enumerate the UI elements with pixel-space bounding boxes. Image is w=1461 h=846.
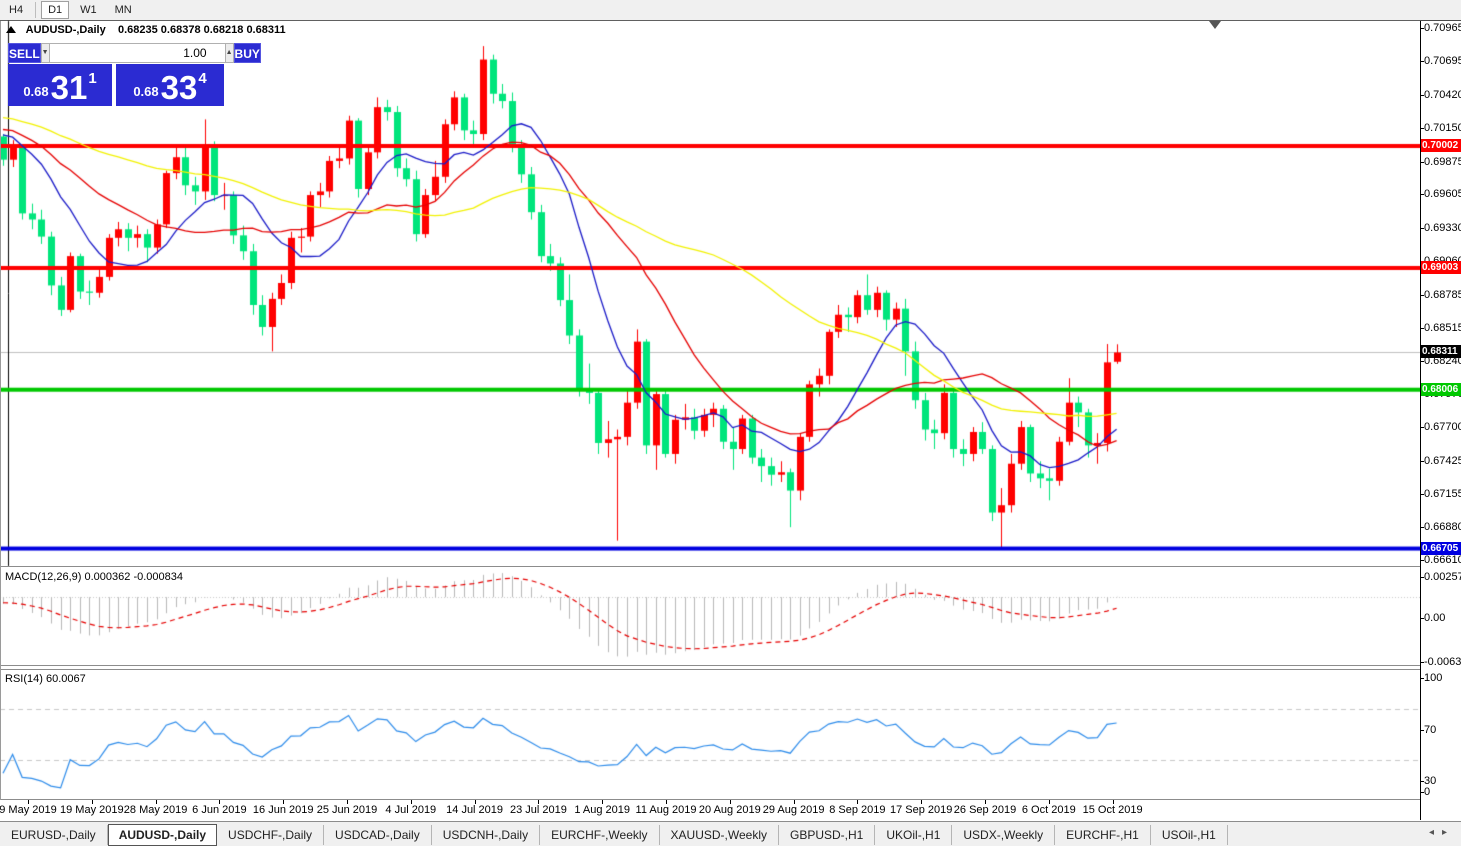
tab-xauusd-weekly[interactable]: XAUUSD-,Weekly xyxy=(660,825,779,845)
volume-decrease-button[interactable]: ▼ xyxy=(41,43,50,63)
rsi-indicator-label: RSI(14) 60.0067 xyxy=(5,673,86,685)
date-tick-label: 15 Oct 2019 xyxy=(1083,804,1143,816)
date-tick-label: 28 May 2019 xyxy=(124,804,188,816)
tab-usdchf-daily[interactable]: USDCHF-,Daily xyxy=(217,825,324,845)
price-tick-label: 0.66880 xyxy=(1424,521,1461,533)
buy-button[interactable]: BUY xyxy=(234,43,261,63)
price-tick-label: 0.70150 xyxy=(1424,122,1461,134)
buy-price-prefix: 0.68 xyxy=(133,84,158,99)
price-tick-label: 0.66610 xyxy=(1424,554,1461,566)
sell-button[interactable]: SELL xyxy=(8,43,41,63)
price-tick-label: 0.70420 xyxy=(1424,89,1461,101)
date-tick-label: 29 Aug 2019 xyxy=(763,804,825,816)
date-tick-label: 14 Jul 2019 xyxy=(446,804,503,816)
tab-eurchf-weekly[interactable]: EURCHF-,Weekly xyxy=(540,825,659,845)
price-tick-label: 0.69605 xyxy=(1424,188,1461,200)
date-tick-label: 19 May 2019 xyxy=(60,804,124,816)
sell-price-pipette: 1 xyxy=(88,70,96,87)
tab-scroll-arrows: ◂▸ xyxy=(1429,827,1455,838)
tab-usdcad-daily[interactable]: USDCAD-,Daily xyxy=(324,825,432,845)
chart-shift-marker-icon[interactable] xyxy=(1209,21,1221,29)
price-tick-label: 0.68785 xyxy=(1424,289,1461,301)
last-price-price-tag: 0.68311 xyxy=(1421,345,1461,358)
tab-audusd-daily[interactable]: AUDUSD-,Daily xyxy=(108,824,217,846)
sell-price-prefix: 0.68 xyxy=(23,84,48,99)
date-axis[interactable]: 9 May 201919 May 201928 May 2019 6 Jun 20… xyxy=(0,800,1420,820)
rsi-pane-splitter[interactable] xyxy=(0,669,1461,670)
price-tick-label: 0.67700 xyxy=(1424,421,1461,433)
macd-axis-zero: 0.00 xyxy=(1424,612,1445,624)
symbol-tab-bar: EURUSD-,DailyAUDUSD-,DailyUSDCHF-,DailyU… xyxy=(0,821,1461,846)
date-tick-label: 4 Jul 2019 xyxy=(385,804,436,816)
date-tick-label: 1 Aug 2019 xyxy=(574,804,630,816)
rsi-axis-label: 70 xyxy=(1424,724,1436,736)
tab-scroll-left-icon[interactable]: ◂ xyxy=(1429,827,1442,838)
price-tick-label: 0.70965 xyxy=(1424,22,1461,34)
buy-price-pipette: 4 xyxy=(198,70,206,87)
macd-value: 0.000362 xyxy=(84,571,130,583)
price-tick-label: 0.67155 xyxy=(1424,488,1461,500)
price-tick-label: 0.70695 xyxy=(1424,55,1461,67)
date-tick-label: 6 Oct 2019 xyxy=(1022,804,1076,816)
chart-left-border xyxy=(0,21,1,820)
price-tick-label: 0.68515 xyxy=(1424,322,1461,334)
date-tick-label: 8 Sep 2019 xyxy=(829,804,885,816)
collapse-triangle-icon[interactable] xyxy=(6,26,16,33)
price-tick-label: 0.69330 xyxy=(1424,222,1461,234)
resistance-line-price-tag: 0.69003 xyxy=(1421,261,1461,274)
date-tick-label: 23 Jul 2019 xyxy=(510,804,567,816)
macd-axis-min: -0.006326 xyxy=(1424,656,1461,668)
date-tick-label: 26 Sep 2019 xyxy=(954,804,1016,816)
support-line-price-tag: 0.68006 xyxy=(1421,383,1461,396)
date-tick-label: 16 Jun 2019 xyxy=(253,804,314,816)
price-axis[interactable]: 0.70965 0.70695 0.70420 0.70150 0.69875 0.696… xyxy=(1421,21,1461,820)
tab-scroll-right-icon[interactable]: ▸ xyxy=(1442,827,1455,838)
symbol-period-label: AUDUSD-,Daily xyxy=(26,24,106,36)
chart-plot-area[interactable] xyxy=(0,0,1420,820)
sell-price-display[interactable]: 0.68 31 1 xyxy=(8,64,112,106)
tab-usdx-weekly[interactable]: USDX-,Weekly xyxy=(952,825,1055,845)
tab-eurchf-h1[interactable]: EURCHF-,H1 xyxy=(1055,825,1151,845)
macd-pane-splitter[interactable] xyxy=(0,566,1461,567)
ohlc-values: 0.68235 0.68378 0.68218 0.68311 xyxy=(118,24,286,36)
rsi-axis-label: 100 xyxy=(1424,672,1442,684)
tab-gbpusd-h1[interactable]: GBPUSD-,H1 xyxy=(779,825,875,845)
rsi-axis-label: 0 xyxy=(1424,786,1430,798)
macd-indicator-label: MACD(12,26,9) 0.000362 -0.000834 xyxy=(5,571,183,583)
tab-usoil-h1[interactable]: USOil-,H1 xyxy=(1151,825,1228,845)
support-line-price-tag: 0.66705 xyxy=(1421,542,1461,555)
date-tick-label: 11 Aug 2019 xyxy=(636,804,697,816)
chart-title: AUDUSD-,Daily 0.68235 0.68378 0.68218 0.… xyxy=(6,24,286,36)
tab-ukoil-h1[interactable]: UKOil-,H1 xyxy=(875,825,952,845)
buy-price-display[interactable]: 0.68 33 4 xyxy=(116,64,224,106)
date-tick-label: 17 Sep 2019 xyxy=(890,804,952,816)
date-tick-label: 20 Aug 2019 xyxy=(699,804,761,816)
resistance-line-price-tag: 0.70002 xyxy=(1421,139,1461,152)
macd-signal-value: -0.000834 xyxy=(133,571,183,583)
date-tick-label: 25 Jun 2019 xyxy=(317,804,378,816)
rsi-value: 60.0067 xyxy=(46,673,86,685)
macd-axis-max: 0.002574 xyxy=(1424,571,1461,583)
volume-input[interactable] xyxy=(50,43,225,63)
tab-eurusd-daily[interactable]: EURUSD-,Daily xyxy=(0,825,108,845)
trading-terminal-window: H4D1W1MN AUDUSD-,Daily 0.68235 0.68378 0… xyxy=(0,0,1461,846)
price-tick-label: 0.69875 xyxy=(1424,156,1461,168)
one-click-trading-panel: SELL ▼ ▲ BUY 0.68 31 1 0.68 33 4 xyxy=(8,43,224,106)
date-tick-label: 9 May 2019 xyxy=(0,804,57,816)
tab-usdcnh-daily[interactable]: USDCNH-,Daily xyxy=(432,825,540,845)
sell-price-pips: 31 xyxy=(51,73,88,103)
volume-increase-button[interactable]: ▲ xyxy=(225,43,234,63)
date-tick-label: 6 Jun 2019 xyxy=(192,804,246,816)
macd-pane-bottom-border xyxy=(0,665,1461,666)
price-tick-label: 0.67425 xyxy=(1424,455,1461,467)
buy-price-pips: 33 xyxy=(161,73,198,103)
